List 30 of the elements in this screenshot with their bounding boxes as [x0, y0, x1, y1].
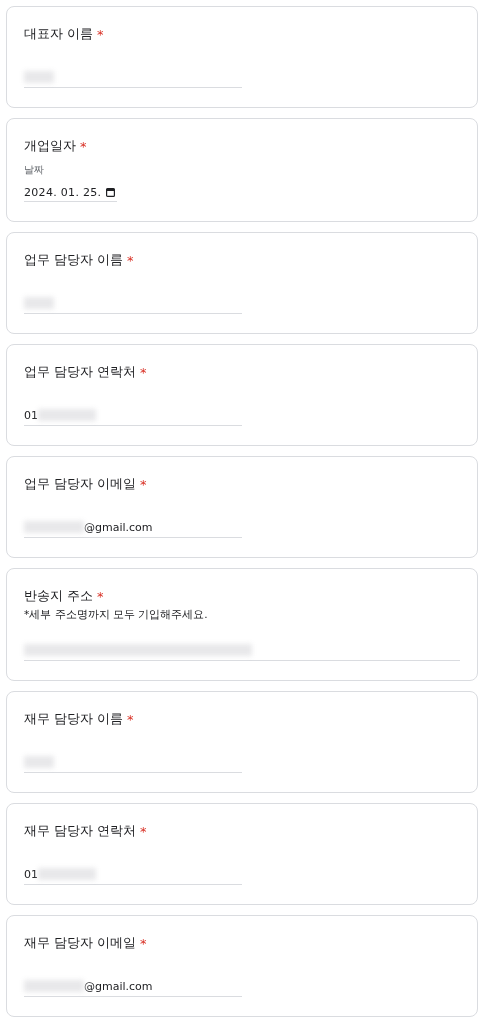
- required-asterisk: *: [80, 138, 87, 154]
- question-title: 재무 담당자 이메일: [24, 934, 136, 952]
- answer-text: @gmail.com: [84, 979, 153, 993]
- question-description: *세부 주소명까지 모두 기입해주세요.: [24, 608, 209, 622]
- answer-text: 01: [24, 867, 38, 881]
- answer-field[interactable]: 01: [24, 405, 242, 426]
- calendar-icon[interactable]: [106, 187, 115, 197]
- answer-text: @gmail.com: [84, 520, 153, 534]
- required-asterisk: *: [97, 26, 104, 42]
- question-title: 업무 담당자 연락처: [24, 363, 136, 381]
- question-title: 업무 담당자 이름: [24, 251, 123, 269]
- question-title: 개업일자: [24, 137, 76, 155]
- question-title: 재무 담당자 이름: [24, 710, 123, 728]
- question-title: 반송지 주소: [24, 587, 93, 605]
- question-title: 대표자 이름: [24, 25, 93, 43]
- date-field-label: 날짜: [24, 163, 45, 177]
- required-asterisk: *: [139, 935, 147, 951]
- question-title: 업무 담당자 이메일: [24, 475, 136, 493]
- required-asterisk: *: [126, 252, 134, 268]
- answer-field[interactable]: @gmail.com: [24, 517, 242, 538]
- answer-text: 01: [24, 408, 38, 422]
- question-title: 재무 담당자 연락처: [24, 822, 136, 840]
- required-asterisk: *: [139, 364, 147, 380]
- date-field[interactable]: 2024. 01. 25.: [24, 183, 117, 202]
- required-asterisk: *: [97, 588, 104, 604]
- answer-field[interactable]: 01: [24, 864, 242, 885]
- answer-field[interactable]: @gmail.com: [24, 976, 242, 997]
- required-asterisk: *: [139, 823, 147, 839]
- required-asterisk: *: [139, 476, 147, 492]
- required-asterisk: *: [126, 711, 134, 727]
